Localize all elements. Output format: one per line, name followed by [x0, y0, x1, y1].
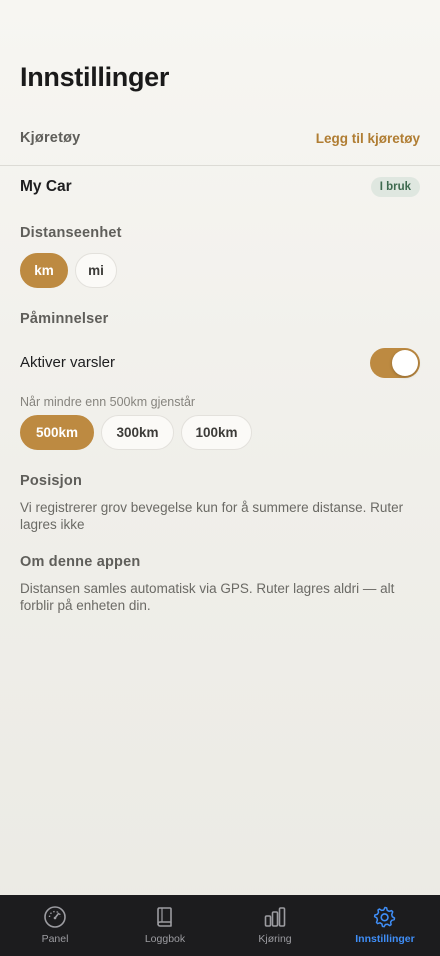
reminder-threshold-hint: Når mindre enn 500km gjenstår: [20, 395, 196, 409]
gear-icon: [373, 906, 396, 928]
unit-option-mi[interactable]: mi: [75, 253, 117, 288]
threshold-option-500km[interactable]: 500km: [20, 415, 94, 450]
notifications-toggle-label: Aktiver varsler: [20, 354, 116, 371]
gauge-icon: [44, 906, 66, 928]
threshold-option-100km[interactable]: 100km: [181, 415, 252, 450]
tab-bar: Panel Loggbok Kjøring Innstillinger: [0, 895, 440, 956]
section-heading-reminders: Påminnelser: [20, 311, 109, 327]
vehicle-name[interactable]: My Car: [20, 178, 72, 196]
divider: [0, 165, 440, 166]
tab-label-logbook: Loggbok: [144, 933, 186, 945]
book-icon: [157, 907, 172, 927]
tab-panel[interactable]: Panel: [0, 895, 110, 956]
status-badge: I bruk: [370, 177, 420, 197]
unit-option-km[interactable]: km: [20, 253, 68, 288]
toggle-knob: [392, 350, 418, 376]
position-description: Vi registrerer grov bevegelse kun for å …: [20, 500, 404, 532]
section-heading-distance-unit: Distanseenhet: [20, 225, 122, 241]
threshold-option-300km[interactable]: 300km: [101, 415, 174, 450]
tab-settings[interactable]: Innstillinger: [330, 895, 440, 956]
tab-label-panel: Panel: [41, 933, 69, 945]
about-description: Distansen samles automatisk via GPS. Rut…: [20, 581, 395, 613]
tab-label-driving: Kjøring: [258, 933, 292, 945]
bar-chart-icon: [264, 907, 286, 927]
page-title: Innstillinger: [20, 62, 170, 92]
tab-driving[interactable]: Kjøring: [220, 895, 330, 956]
tab-label-settings: Innstillinger: [355, 933, 415, 945]
section-heading-about: Om denne appen: [20, 554, 141, 570]
vehicles-header: Kjøretøy Legg til kjøretøy: [20, 130, 420, 150]
distance-unit-selector: km mi: [20, 253, 117, 288]
settings-screen: Innstillinger Kjøretøy Legg til kjøretøy…: [0, 0, 440, 895]
section-heading-position: Posisjon: [20, 473, 83, 489]
section-heading-vehicles: Kjøretøy: [20, 130, 81, 146]
add-vehicle-link[interactable]: Legg til kjøretøy: [316, 131, 420, 146]
tab-logbook[interactable]: Loggbok: [110, 895, 220, 956]
reminder-threshold-selector: 500km 300km 100km: [20, 415, 252, 450]
notifications-toggle[interactable]: [370, 348, 420, 378]
